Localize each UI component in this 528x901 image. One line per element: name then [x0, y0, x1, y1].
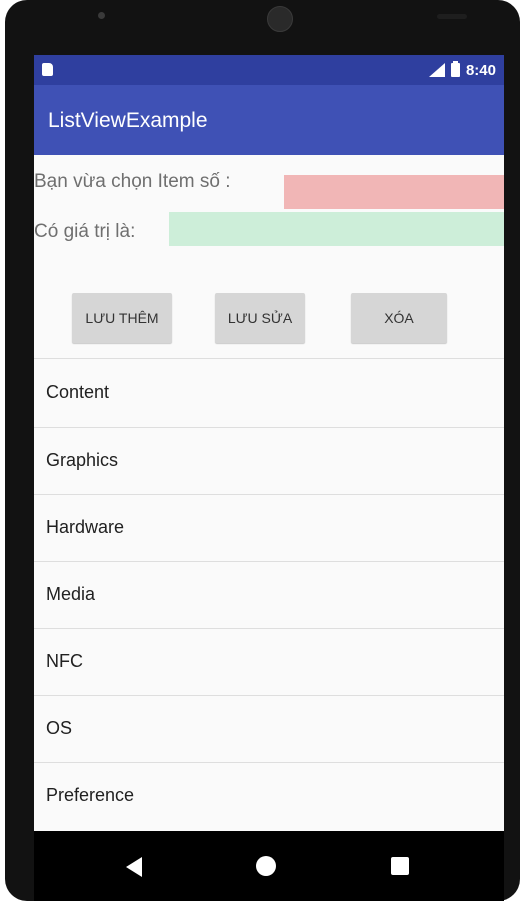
list-item[interactable]: Content — [34, 360, 504, 426]
value-field[interactable] — [169, 212, 504, 246]
value-label: Có giá trị là: — [34, 221, 136, 242]
list-item-label: OS — [46, 718, 73, 738]
signal-icon — [428, 63, 445, 77]
list-item[interactable]: NFC — [34, 629, 504, 695]
app-title: ListViewExample — [48, 109, 208, 132]
sensor-dot-icon — [98, 12, 105, 19]
proximity-sensor-icon — [437, 14, 467, 19]
recents-icon[interactable] — [391, 857, 409, 875]
status-bar-right: 8:40 — [428, 59, 496, 81]
screen: 8:40 ListViewExample Bạn vừa chọn Item s… — [34, 55, 504, 831]
list-item-label: NFC — [46, 651, 83, 671]
status-bar: 8:40 — [34, 55, 504, 85]
list-item-label: Hardware — [46, 517, 125, 537]
battery-icon — [450, 61, 460, 77]
list-item-label: Media — [46, 584, 96, 604]
phone-top-bezel — [5, 0, 520, 55]
list-item[interactable]: OS — [34, 696, 504, 762]
save-add-button[interactable]: LƯU THÊM — [72, 293, 172, 343]
list-item-label: Content — [46, 382, 110, 402]
save-edit-button[interactable]: LƯU SỬA — [215, 293, 305, 343]
app-bar: ListViewExample — [34, 85, 504, 155]
list-item[interactable]: Media — [34, 562, 504, 628]
selected-item-label: Bạn vừa chọn Item số : — [34, 171, 231, 192]
delete-button[interactable]: XÓA — [351, 293, 447, 343]
selected-item-field[interactable] — [284, 175, 504, 209]
status-time: 8:40 — [465, 61, 496, 79]
selected-item-row: Bạn vừa chọn Item số : — [34, 163, 504, 209]
navigation-bar — [34, 831, 504, 901]
home-icon[interactable] — [256, 856, 276, 876]
camera-icon — [267, 6, 293, 32]
list-item-label: Graphics — [46, 450, 119, 470]
list-item[interactable]: Preference — [34, 763, 504, 829]
sd-card-icon — [42, 63, 53, 76]
list-divider — [34, 358, 504, 359]
list-item-label: Preference — [46, 785, 135, 805]
list-item[interactable]: Hardware — [34, 495, 504, 561]
back-icon[interactable] — [126, 857, 142, 877]
list-item[interactable]: Graphics — [34, 428, 504, 494]
